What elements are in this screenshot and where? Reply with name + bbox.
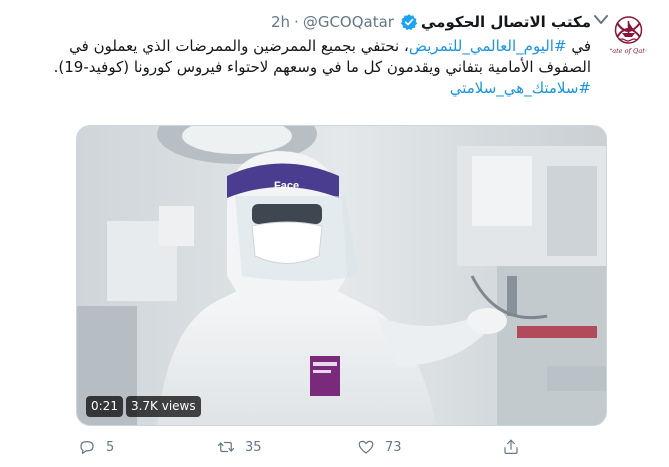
- reply-icon: [80, 441, 94, 454]
- hashtag-link[interactable]: #سلامتك_هي_سلامتي: [450, 79, 591, 97]
- avatar[interactable]: State of Qatar: [604, 9, 653, 58]
- like-button[interactable]: 73: [357, 437, 402, 457]
- share-icon: [504, 439, 518, 454]
- retweet-button[interactable]: 35: [217, 437, 262, 457]
- video-player[interactable]: Face: [76, 125, 607, 426]
- tweet-header: مكتب الاتصال الحكومي @GCOQatar · 2h: [271, 11, 591, 33]
- logo-text: State of Qatar: [605, 47, 653, 55]
- account-handle[interactable]: @GCOQatar: [303, 13, 394, 31]
- video-overlay: 0:21 3.7K views: [86, 396, 201, 417]
- verified-badge-icon: [400, 14, 418, 31]
- reply-button[interactable]: 5: [78, 437, 114, 457]
- state-of-qatar-logo-icon: State of Qatar: [604, 9, 653, 58]
- tweet-text: في #اليوم_العالمي_للتمريض، نحتفي بجميع ا…: [51, 36, 591, 99]
- hashtag-link[interactable]: #اليوم_العالمي_للتمريض: [409, 37, 567, 55]
- share-button[interactable]: [502, 437, 520, 457]
- video-frame-image: Face: [77, 126, 606, 425]
- video-duration: 0:21: [86, 396, 123, 417]
- like-count: 73: [385, 439, 402, 455]
- gown-label: Face: [274, 180, 299, 192]
- tweet-card[interactable]: State of Qatar مكتب الاتصال الحكومي @GCO…: [0, 0, 669, 467]
- header-separator: ·: [294, 13, 299, 31]
- video-views: 3.7K views: [125, 396, 201, 417]
- tweet-timestamp[interactable]: 2h: [271, 13, 290, 31]
- retweet-count: 35: [245, 439, 262, 455]
- tweet-paragraph: في #اليوم_العالمي_للتمريض، نحتفي بجميع ا…: [51, 36, 591, 78]
- reply-count: 5: [106, 439, 115, 455]
- tweet-text-prefix: في: [566, 37, 591, 55]
- heart-icon: [358, 440, 374, 454]
- retweet-icon: [217, 441, 235, 453]
- account-name[interactable]: مكتب الاتصال الحكومي: [421, 13, 591, 31]
- tweet-action-bar: 5 35 73: [78, 437, 538, 457]
